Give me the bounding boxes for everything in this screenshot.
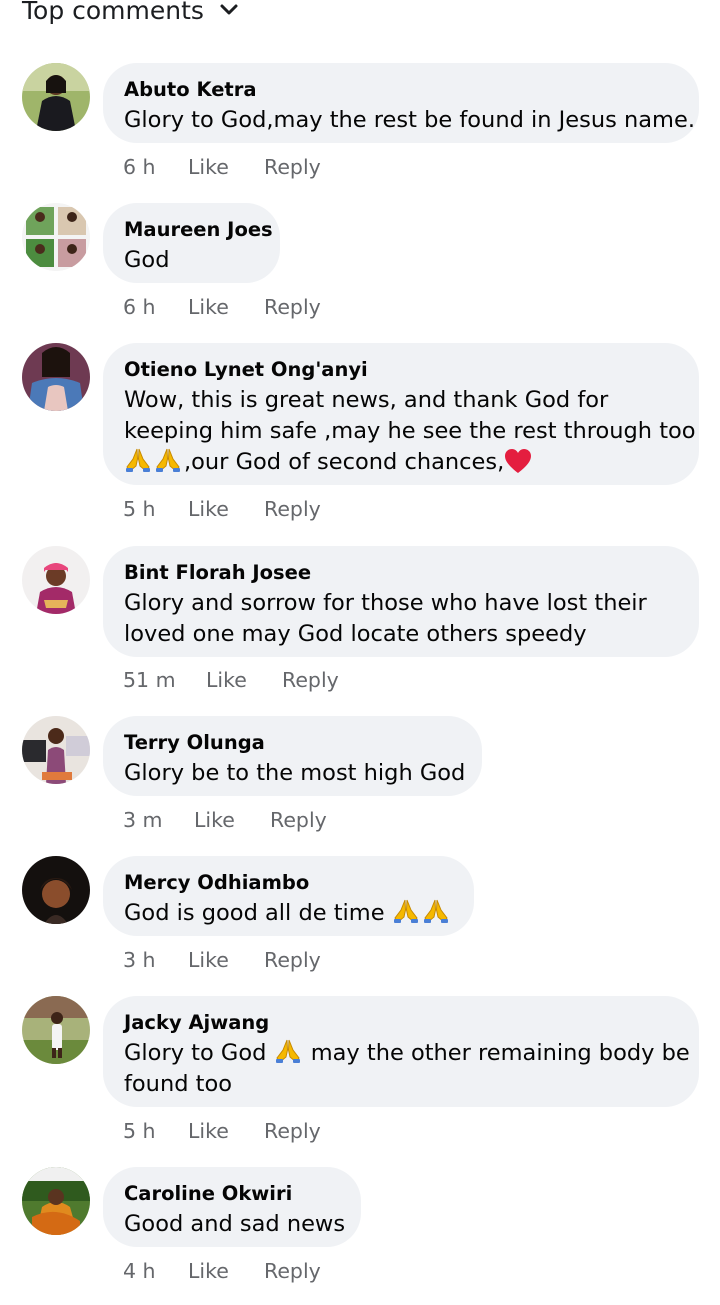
reply-button[interactable]: Reply [270,808,327,832]
comment-text: loved one may God locate others speedy [124,621,587,647]
comment-text-line: ,our God of second chances, [124,447,678,478]
comment-text: Good and sad news [124,1211,346,1237]
comment-bubble: Maureen Joes God [103,203,280,283]
praying-hands-icon [154,447,182,473]
comment-text: God [124,247,170,273]
comment-actions: 5 h Like Reply [123,1116,321,1146]
comment-bubble: Abuto Ketra Glory to God,may the rest be… [103,63,699,143]
sort-comments-dropdown[interactable]: Top comments [22,0,240,28]
comment-text: Glory to God [124,1040,274,1066]
comment-text: ,our God of second chances, [184,449,505,475]
praying-hands-icon [274,1038,302,1064]
comment-actions: 4 h Like Reply [123,1256,321,1286]
reply-button[interactable]: Reply [264,948,321,972]
comment-author[interactable]: Jacky Ajwang [124,1008,678,1038]
avatar[interactable] [22,203,90,271]
comment-time[interactable]: 4 h [123,1259,188,1283]
comment-actions: 3 m Like Reply [123,805,327,835]
praying-hands-icon [422,898,450,924]
red-heart-icon [504,448,532,474]
comment-text: Glory and sorrow for those who have lost… [124,590,647,616]
comment-time[interactable]: 6 h [123,295,188,319]
comment-bubble: Jacky Ajwang Glory to God may the other … [103,996,699,1107]
avatar[interactable] [22,546,90,614]
praying-hands-icon [392,898,420,924]
comment-actions: 5 h Like Reply [123,494,321,524]
comment-time[interactable]: 3 h [123,948,188,972]
avatar[interactable] [22,1167,90,1235]
comment-bubble: Otieno Lynet Ong'anyi Wow, this is great… [103,343,699,485]
like-button[interactable]: Like [188,1119,264,1143]
comment-text: found too [124,1071,232,1097]
like-button[interactable]: Like [188,497,264,521]
comment-text: God is good all de time [124,900,392,926]
sort-label: Top comments [22,0,204,25]
comment-text: Glory to God,may the rest be found in Je… [124,107,695,133]
comment-author[interactable]: Abuto Ketra [124,75,678,105]
like-button[interactable]: Like [188,295,264,319]
reply-button[interactable]: Reply [264,1259,321,1283]
comment-author[interactable]: Mercy Odhiambo [124,868,453,898]
praying-hands-icon [124,447,152,473]
like-button[interactable]: Like [188,155,264,179]
like-button[interactable]: Like [194,808,270,832]
avatar[interactable] [22,996,90,1064]
reply-button[interactable]: Reply [264,155,321,179]
comment-author[interactable]: Maureen Joes [124,215,273,245]
comment-author[interactable]: Terry Olunga [124,728,461,758]
comment-time[interactable]: 5 h [123,497,188,521]
reply-button[interactable]: Reply [264,295,321,319]
comment-actions: 51 m Like Reply [123,665,339,695]
comment-author[interactable]: Bint Florah Josee [124,558,678,588]
comment-bubble: Bint Florah Josee Glory and sorrow for t… [103,546,699,657]
comment-time[interactable]: 51 m [123,668,206,692]
avatar[interactable] [22,856,90,924]
comment-bubble: Caroline Okwiri Good and sad news [103,1167,361,1247]
reply-button[interactable]: Reply [282,668,339,692]
comment-text-line: Glory to God may the other remaining bod… [124,1038,690,1069]
comment-actions: 6 h Like Reply [123,152,321,182]
comment-time[interactable]: 3 m [123,808,194,832]
avatar[interactable] [22,63,90,131]
comment-actions: 6 h Like Reply [123,292,321,322]
avatar[interactable] [22,716,90,784]
avatar[interactable] [22,343,90,411]
comment-bubble: Terry Olunga Glory be to the most high G… [103,716,482,796]
comment-text: keeping him safe ,may he see the rest th… [124,418,696,444]
comment-bubble: Mercy Odhiambo God is good all de time [103,856,474,936]
like-button[interactable]: Like [188,948,264,972]
like-button[interactable]: Like [188,1259,264,1283]
comment-text-line: God is good all de time [124,898,453,929]
reply-button[interactable]: Reply [264,497,321,521]
comment-text: may the other remaining body be [303,1040,690,1066]
comment-text: Wow, this is great news, and thank God f… [124,387,609,413]
chevron-down-icon [220,4,238,15]
comment-time[interactable]: 5 h [123,1119,188,1143]
like-button[interactable]: Like [206,668,282,692]
reply-button[interactable]: Reply [264,1119,321,1143]
comment-author[interactable]: Caroline Okwiri [124,1179,340,1209]
comment-time[interactable]: 6 h [123,155,188,179]
comment-actions: 3 h Like Reply [123,945,321,975]
comment-author[interactable]: Otieno Lynet Ong'anyi [124,355,678,385]
comment-text: Glory be to the most high God [124,760,466,786]
